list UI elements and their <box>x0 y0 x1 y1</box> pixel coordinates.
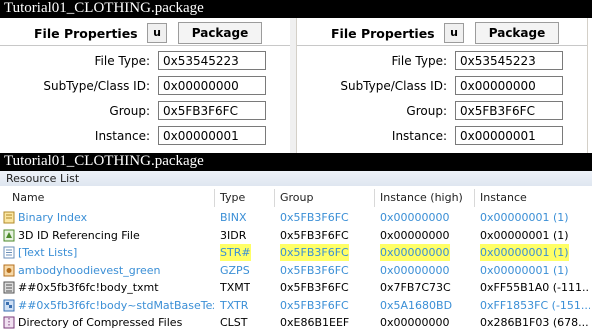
cell-name: [Text Lists] <box>18 246 78 259</box>
cell-type: TXMT <box>220 281 251 294</box>
u-button[interactable]: u <box>444 23 464 43</box>
cell-name: ambodyhoodievest_green <box>18 263 161 277</box>
column-header-name[interactable]: Name <box>12 189 44 207</box>
cell-name: Binary Index <box>18 211 88 224</box>
instance-label: Instance: <box>94 129 150 143</box>
package-button[interactable]: Package <box>178 22 262 44</box>
subtype-field[interactable]: 0x00000000 <box>455 76 563 95</box>
cell-type: CLST <box>220 316 248 329</box>
instance-label: Instance: <box>391 129 447 143</box>
cell-type: TXTR <box>220 298 249 312</box>
column-separator[interactable] <box>214 189 215 207</box>
subtype-label: SubType/Class ID: <box>340 79 447 93</box>
group-field[interactable]: 0x5FB3F6FC <box>158 101 266 120</box>
cell-instance-high: 0x7FB7C73C <box>380 281 451 294</box>
table-row[interactable]: 3D ID Referencing File 3IDR 0x5FB3F6FC 0x00… <box>0 227 592 244</box>
cell-name: 3D ID Referencing File <box>18 228 140 242</box>
cell-type: BINX <box>220 211 247 224</box>
u-button[interactable]: u <box>147 23 167 43</box>
subtype-label: SubType/Class ID: <box>43 79 150 93</box>
cell-instance: 0xFF55B1A0 (-111... <box>480 281 590 294</box>
group-label: Group: <box>406 104 447 118</box>
divider <box>297 45 587 46</box>
instance-field[interactable]: 0x00000001 <box>455 126 563 145</box>
column-separator[interactable] <box>274 189 275 207</box>
column-separator[interactable] <box>374 189 375 207</box>
cell-type: 3IDR <box>220 228 247 242</box>
cell-group: 0x5FB3F6FC <box>280 281 349 294</box>
cell-instance-high: 0x00000000 <box>380 211 450 224</box>
column-separator[interactable] <box>474 189 475 207</box>
cell-instance: 0x00000001 (1) <box>480 228 569 242</box>
file-properties-panel-right: File Properties u Package File Type: 0x5… <box>296 18 588 153</box>
window-title-banner: Tutorial01_CLOTHING.package <box>0 0 592 18</box>
cell-instance: 0x286B1F03 (678... <box>480 316 589 329</box>
cell-group: 0x5FB3F6FC <box>280 263 349 277</box>
cell-type: STR# <box>220 244 251 261</box>
cell-instance: 0x00000001 (1) <box>480 263 569 277</box>
file-properties-panel-left: File Properties u Package File Type: 0x5… <box>0 18 291 153</box>
divider <box>0 45 290 46</box>
file-type-field[interactable]: 0x53545223 <box>158 51 266 70</box>
cell-name: Directory of Compressed Files <box>18 316 183 329</box>
file-type-field[interactable]: 0x53545223 <box>455 51 563 70</box>
cell-name: ##0x5fb3f6fc!body_txmt <box>18 281 159 294</box>
resource-list-header: Resource List <box>0 171 592 186</box>
column-header-type[interactable]: Type <box>220 189 245 207</box>
group-label: Group: <box>109 104 150 118</box>
column-header-instance[interactable]: Instance <box>480 189 527 207</box>
cell-instance-high: 0x00000000 <box>380 244 450 261</box>
table-row[interactable]: ##0x5fb3f6fc!body~stdMatBaseTex... TXTR 0x… <box>0 297 592 314</box>
resource-list: Resource List Name Type Group Instance (… <box>0 171 592 334</box>
group-field[interactable]: 0x5FB3F6FC <box>455 101 563 120</box>
table-row[interactable]: ##0x5fb3f6fc!body_txmt TXMT 0x5FB3F6FC 0x7F… <box>0 279 592 296</box>
subtype-field[interactable]: 0x00000000 <box>158 76 266 95</box>
cell-group: 0x5FB3F6FC <box>280 211 349 224</box>
file-type-label: File Type: <box>391 54 448 68</box>
package-button[interactable]: Package <box>475 22 559 44</box>
cell-group: 0x5FB3F6FC <box>280 298 349 312</box>
properties-title: File Properties <box>34 26 138 41</box>
table-row[interactable]: ambodyhoodievest_green GZPS 0x5FB3F6FC 0x00… <box>0 262 592 279</box>
cell-instance-high: 0x5A1680BD <box>380 298 453 312</box>
column-header-group[interactable]: Group <box>280 189 314 207</box>
instance-field[interactable]: 0x00000001 <box>158 126 266 145</box>
table-row[interactable]: Binary Index BINX 0x5FB3F6FC 0x00000000 0x00… <box>0 209 592 226</box>
properties-title: File Properties <box>331 26 435 41</box>
table-row[interactable]: [Text Lists] STR# 0x5FB3F6FC 0x00000000 0x00… <box>0 244 592 261</box>
table-row[interactable]: Directory of Compressed Files CLST 0xE86B1… <box>0 314 592 331</box>
column-header-instance-high[interactable]: Instance (high) <box>380 189 463 207</box>
cell-type: GZPS <box>220 263 250 277</box>
file-type-label: File Type: <box>94 54 151 68</box>
cell-instance: 0xFF1853FC (-151... <box>480 298 590 312</box>
cell-group: 0xE86B1EEF <box>280 316 350 329</box>
cell-name: ##0x5fb3f6fc!body~stdMatBaseTex... <box>18 298 214 312</box>
cell-group: 0x5FB3F6FC <box>280 244 349 261</box>
cell-group: 0x5FB3F6FC <box>280 228 349 242</box>
cell-instance-high: 0x00000000 <box>380 228 450 242</box>
cell-instance-high: 0x00000000 <box>380 263 450 277</box>
cell-instance: 0x00000001 (1) <box>480 211 569 224</box>
cell-instance: 0x00000001 (1) <box>480 244 569 261</box>
cell-instance-high: 0x00000000 <box>380 316 450 329</box>
package-title-banner: Tutorial01_CLOTHING.package <box>0 153 592 171</box>
